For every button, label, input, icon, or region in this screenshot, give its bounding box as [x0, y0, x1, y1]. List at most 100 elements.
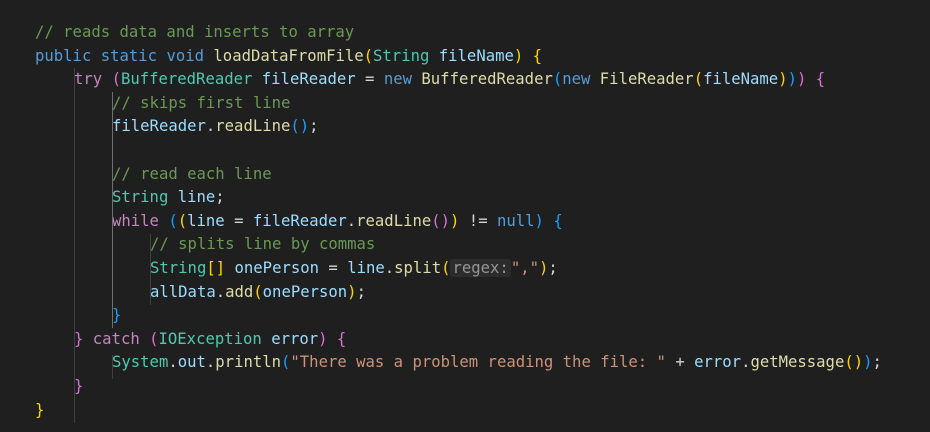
code-token: ) — [796, 70, 807, 89]
code-token: BufferedReader — [421, 70, 553, 89]
code-token: ) — [863, 353, 873, 372]
code-token: + — [665, 353, 695, 372]
code-token: onePerson — [234, 258, 320, 277]
code-token: . — [205, 117, 216, 136]
code-token: ) — [299, 117, 310, 136]
code-token: getMessage — [750, 353, 845, 372]
code-line-content: } catch (IOException error) { — [74, 328, 346, 352]
code-token: ( — [281, 353, 291, 372]
code-token: } — [112, 306, 122, 325]
code-token: { — [815, 70, 826, 89]
code-line-content: while ((line = fileReader.readLine()) !=… — [112, 210, 563, 234]
code-token: fileReader — [261, 70, 356, 89]
code-token: = — [224, 211, 253, 230]
code-token: ) — [318, 329, 328, 348]
code-token: BufferedReader — [120, 70, 253, 89]
code-token: = — [319, 258, 348, 277]
code-token: "There was a problem reading the file: " — [290, 353, 666, 372]
code-token: public — [35, 46, 92, 65]
code-token: ( — [177, 211, 188, 230]
code-line-content: // read each line — [112, 163, 272, 187]
code-line-content: // skips first line — [112, 92, 290, 116]
code-token: new — [562, 70, 591, 89]
code-line-content: } — [112, 304, 121, 328]
code-token: // read each line — [112, 164, 272, 183]
code-token: ; — [548, 258, 558, 277]
code-token: . — [168, 353, 178, 372]
code-token: "," — [510, 258, 539, 277]
code-token: line — [177, 188, 216, 207]
code-line-content: allData.add(onePerson); — [150, 281, 366, 305]
code-token: ) — [450, 211, 460, 230]
code-token: out — [177, 353, 206, 372]
code-token: ) — [853, 353, 864, 372]
indent-guide — [74, 68, 75, 423]
code-token: [ — [206, 258, 216, 277]
code-token: ( — [149, 329, 159, 348]
code-token: ) — [534, 211, 544, 230]
code-token: != — [459, 211, 497, 230]
code-token: } — [35, 400, 45, 419]
code-token: ) — [513, 46, 524, 65]
code-token: System — [112, 353, 169, 372]
code-token: String — [150, 258, 207, 277]
code-token: ) — [539, 258, 549, 277]
code-line-content: fileReader.readLine(); — [112, 115, 319, 139]
code-token: line — [187, 211, 225, 230]
code-line-content: String[] onePerson = line.split(regex: ",… — [150, 257, 558, 281]
code-token: split — [394, 258, 442, 277]
code-token: while — [112, 211, 159, 230]
code-token: ; — [215, 188, 225, 207]
code-token: ( — [253, 282, 263, 301]
code-token: onePerson — [262, 282, 348, 301]
code-token: error — [694, 353, 742, 372]
code-token: . — [205, 353, 216, 372]
code-token: ; — [309, 117, 319, 136]
code-token: { — [532, 46, 543, 65]
code-token: void — [166, 46, 205, 65]
code-line-content: // reads data and inserts to array — [35, 21, 354, 45]
parameter-hint: regex: — [450, 258, 511, 277]
code-token: readLine — [356, 211, 432, 230]
code-token: String — [112, 188, 169, 207]
code-token: = — [355, 70, 384, 89]
code-token: fileName — [703, 70, 779, 89]
code-token: ( — [693, 70, 704, 89]
code-token: ( — [363, 46, 374, 65]
code-token: . — [384, 258, 395, 277]
code-token: add — [225, 282, 254, 301]
code-token: ) — [787, 70, 797, 89]
code-line-content: System.out.println("There was a problem … — [112, 351, 882, 375]
code-token: ( — [111, 70, 121, 89]
code-token: . — [215, 282, 226, 301]
code-token: loadDataFromFile — [213, 46, 364, 65]
code-token: error — [271, 329, 319, 348]
indent-guide — [112, 92, 113, 328]
code-token: } — [74, 329, 84, 348]
code-token: ] — [215, 258, 226, 277]
code-editor[interactable]: // reads data and inserts to array publi… — [0, 0, 930, 432]
code-token: println — [215, 353, 282, 372]
code-token: fileReader — [112, 117, 206, 136]
code-token: allData — [150, 282, 216, 301]
code-token: static — [100, 46, 158, 65]
code-token: ) — [347, 282, 357, 301]
code-token: try — [74, 70, 103, 89]
code-token: // reads data and inserts to array — [35, 23, 355, 41]
code-token: readLine — [215, 117, 291, 136]
code-token: line — [347, 258, 385, 277]
code-line-content: public static void loadDataFromFile(Stri… — [35, 45, 542, 69]
